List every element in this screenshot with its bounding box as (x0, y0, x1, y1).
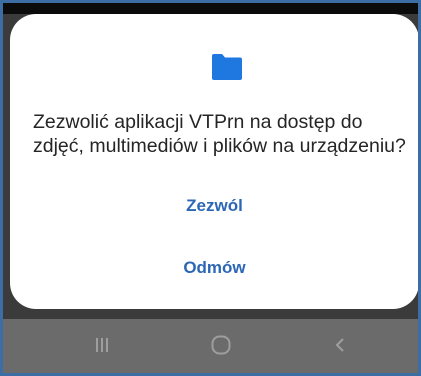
back-icon (330, 335, 350, 360)
permission-message: Zezwolić aplikacji VTPrn na dostęp do zd… (33, 110, 413, 158)
home-button[interactable] (181, 319, 261, 376)
navigation-bar (0, 319, 421, 376)
back-button[interactable] (300, 319, 380, 376)
deny-button[interactable]: Odmów (10, 256, 419, 280)
allow-button[interactable]: Zezwól (10, 194, 419, 218)
recents-button[interactable] (62, 319, 142, 376)
permission-message-line-2: zdjęć, multimediów i plików na urządzeni… (33, 135, 406, 157)
status-bar-strip (0, 0, 421, 14)
recents-icon (92, 335, 112, 360)
home-icon (209, 333, 233, 362)
permission-message-line-1: Zezwolić aplikacji VTPrn na dostęp do (33, 111, 363, 133)
folder-icon (210, 53, 244, 81)
permission-dialog: Zezwolić aplikacji VTPrn na dostęp do zd… (10, 14, 419, 309)
